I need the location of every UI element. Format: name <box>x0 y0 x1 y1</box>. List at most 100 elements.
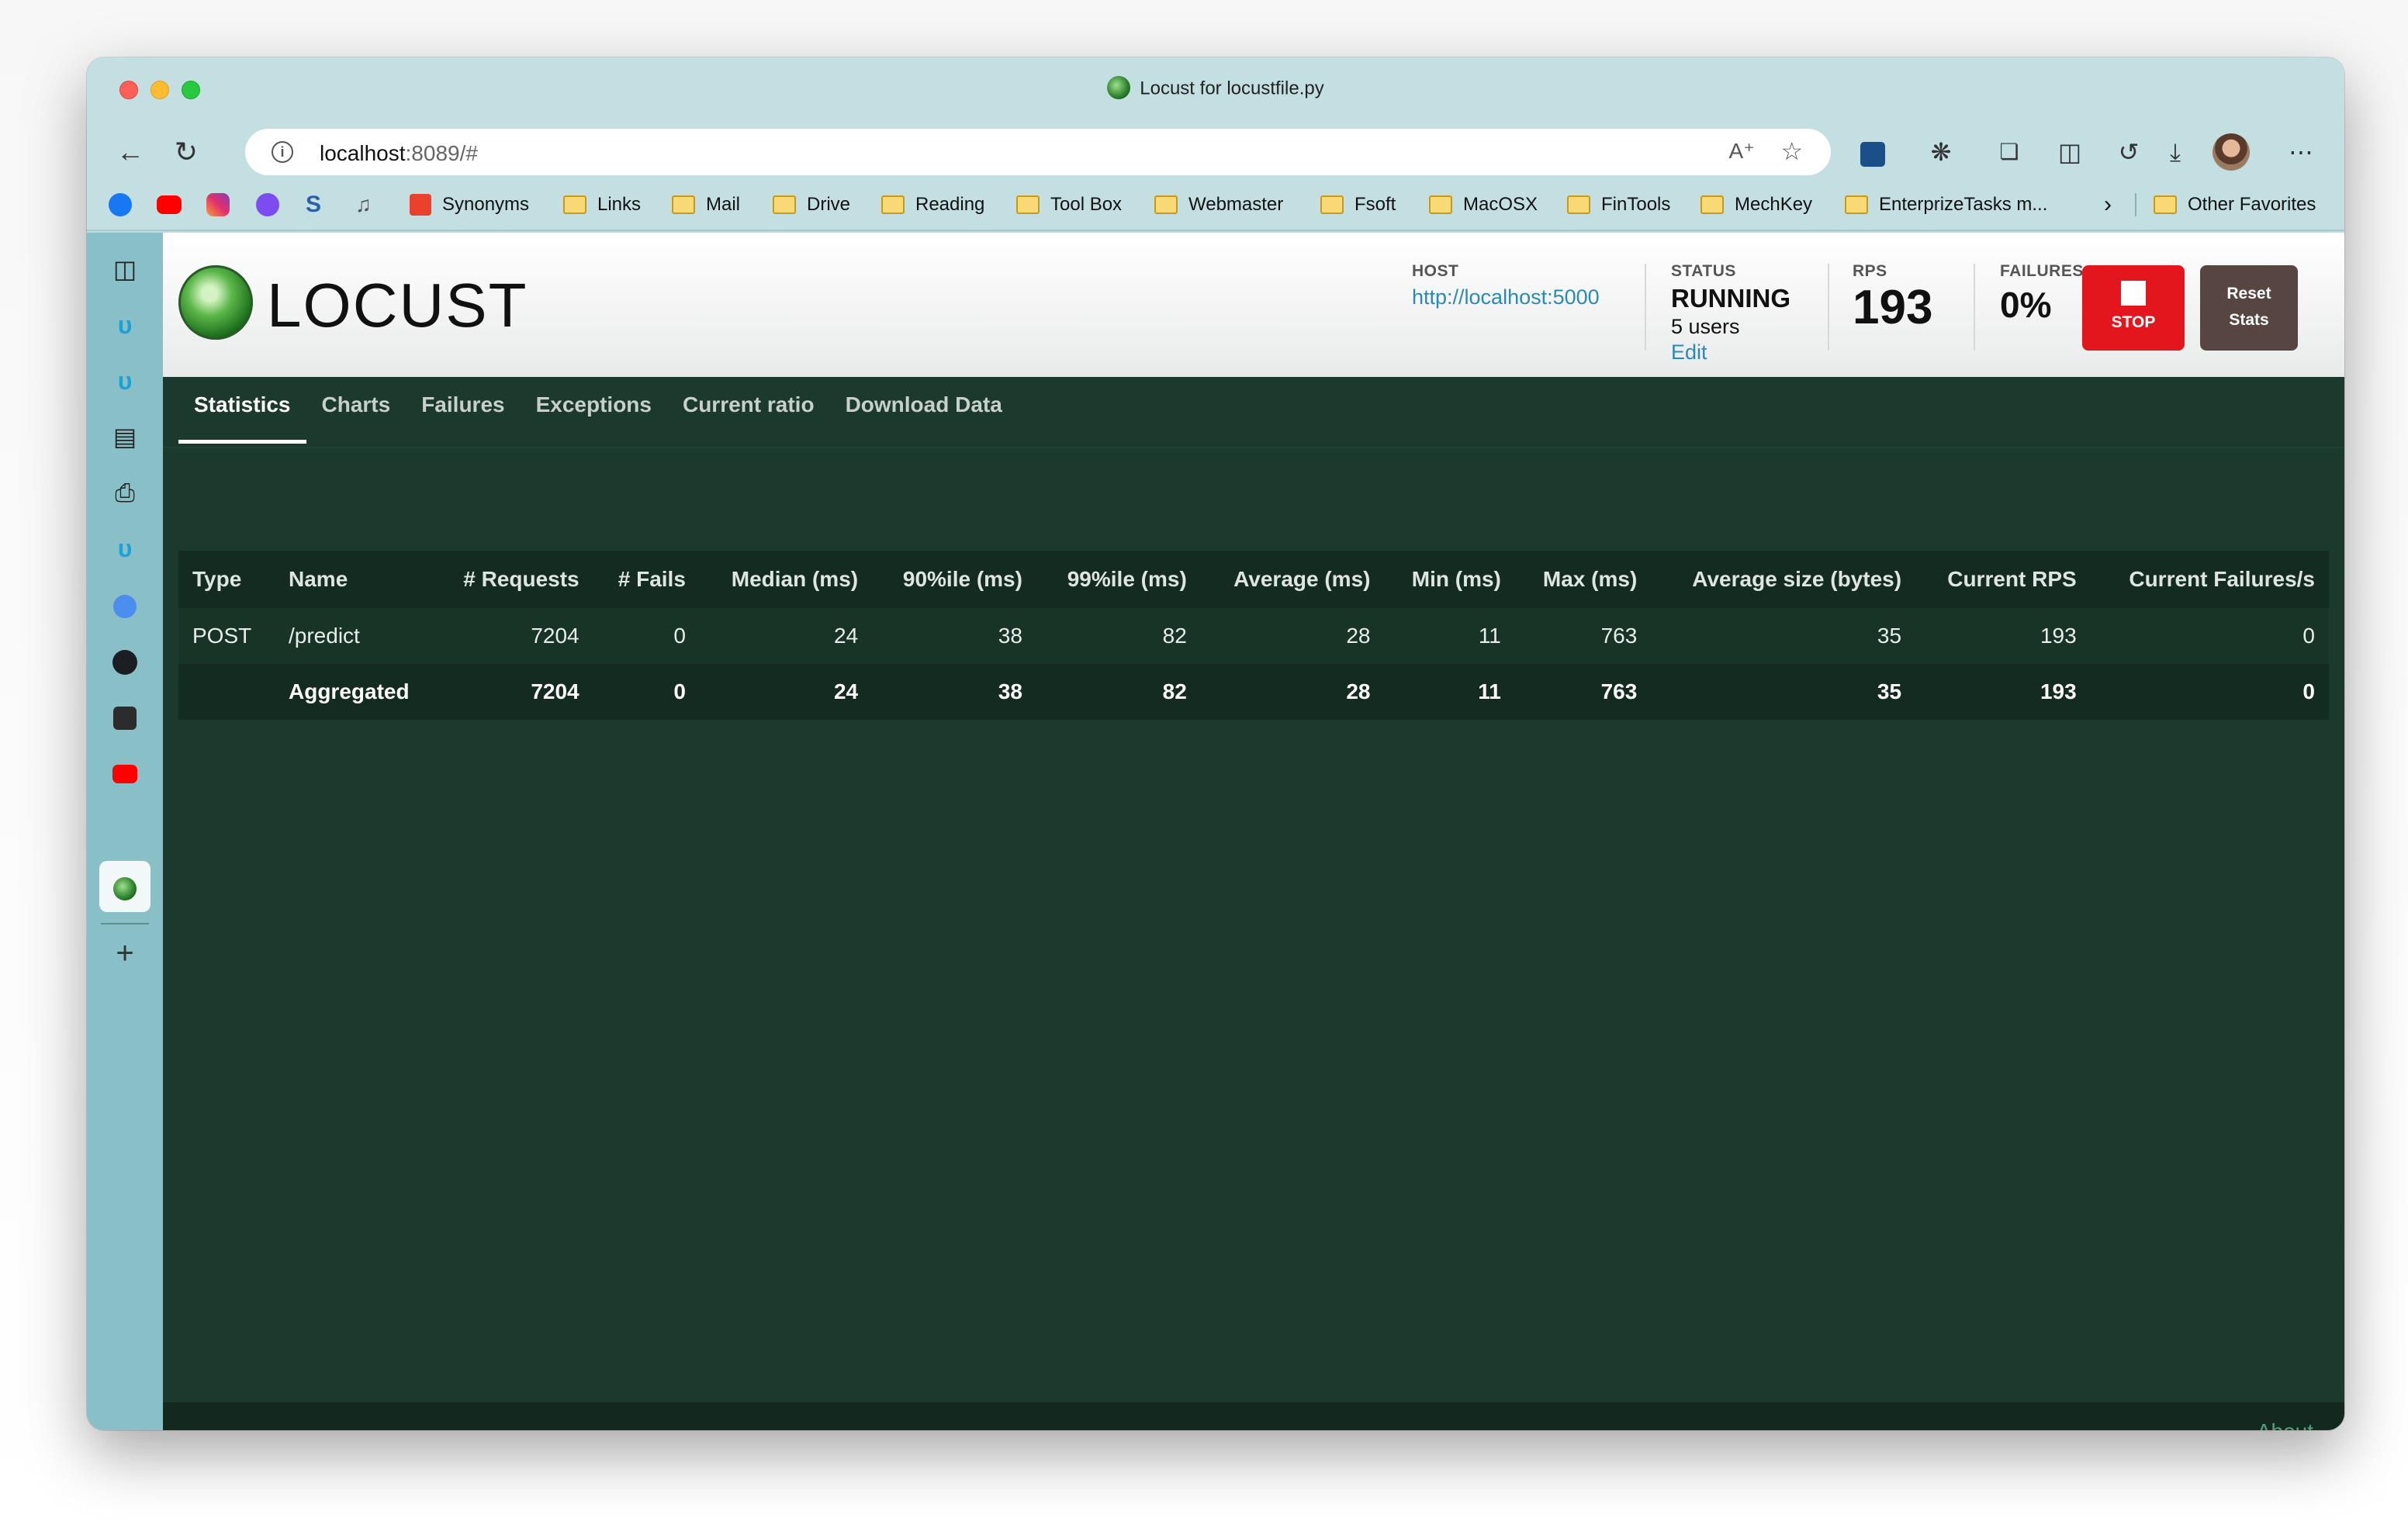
collections-icon[interactable]: ◫ <box>2051 133 2088 171</box>
folder-icon <box>1429 195 1452 214</box>
bookmark-label: EnterprizeTasks m... <box>1879 194 2048 215</box>
profile-avatar[interactable] <box>2213 133 2250 171</box>
history-icon[interactable]: ↺ <box>2110 133 2147 171</box>
bookmark-fintools[interactable]: FinTools <box>1567 189 1670 220</box>
add-sidebar-item-icon[interactable]: + <box>106 934 144 973</box>
back-arrow-icon[interactable]: ← <box>113 135 147 169</box>
read-aloud-icon[interactable]: A⁺ <box>1729 138 1755 164</box>
github-icon[interactable] <box>106 641 144 679</box>
split-screen-icon[interactable]: ❏ <box>1991 133 2028 171</box>
bookmark-label: Tool Box <box>1050 194 1123 215</box>
app-footer: About <box>163 1402 2344 1430</box>
column-header[interactable]: Name <box>275 551 433 608</box>
table-header-row: Type Name # Requests # Fails Median (ms)… <box>178 551 2329 608</box>
tab-download-data[interactable]: Download Data <box>830 377 1018 447</box>
folder-icon <box>1845 195 1868 214</box>
cell-requests: 7204 <box>531 624 580 648</box>
youtube-bookmark-icon[interactable] <box>157 189 182 220</box>
site-info-icon[interactable]: i <box>272 141 293 163</box>
instagram-bookmark-icon[interactable] <box>206 189 239 220</box>
facebook-icon[interactable] <box>106 585 144 624</box>
column-header[interactable]: # Fails <box>593 551 700 608</box>
browser-window: Locust for locustfile.py ← ↻ i localhost… <box>87 57 2344 1430</box>
column-header[interactable]: 99%ile (ms) <box>1036 551 1201 608</box>
cell-name: /predict <box>289 624 360 648</box>
tab-current-ratio[interactable]: Current ratio <box>667 377 830 447</box>
cell-average: 28 <box>1346 624 1371 648</box>
youtube-icon[interactable] <box>106 752 144 791</box>
bookmark-reading[interactable]: Reading <box>881 189 984 220</box>
downloads-icon[interactable]: ⤓ <box>2157 133 2194 171</box>
upwork-icon[interactable]: υ <box>106 529 144 568</box>
folder-icon <box>1154 195 1178 214</box>
column-header[interactable]: Current Failures/s <box>2091 551 2329 608</box>
reading-view-icon[interactable]: ▤ <box>106 417 144 456</box>
bookmark-macosx[interactable]: MacOSX <box>1429 189 1538 220</box>
column-header[interactable]: Max (ms) <box>1515 551 1651 608</box>
column-header[interactable]: # Requests <box>433 551 593 608</box>
column-header[interactable]: Average (ms) <box>1201 551 1385 608</box>
add-favorite-icon[interactable]: ☆ <box>1780 137 1803 166</box>
bookmark-synonyms[interactable]: Synonyms <box>410 189 529 220</box>
facebook-bookmark-icon[interactable] <box>109 189 141 220</box>
app-header: LOCUST HOST http://localhost:5000 STATUS… <box>163 233 2344 377</box>
window-title-text: Locust for locustfile.py <box>1140 78 1324 99</box>
tab-charts[interactable]: Charts <box>306 377 407 447</box>
cell-avg-size: 35 <box>1877 679 1902 703</box>
locust-logo-icon <box>178 265 253 340</box>
upwork-icon[interactable]: υ <box>106 361 144 400</box>
host-link[interactable]: http://localhost:5000 <box>1412 285 1600 309</box>
bookmark-webmaster[interactable]: Webmaster <box>1154 189 1283 220</box>
tab-statistics[interactable]: Statistics <box>178 377 306 447</box>
sidebar-divider <box>101 923 149 924</box>
locust-tab-icon[interactable] <box>106 867 144 906</box>
reset-label-line2: Stats <box>2229 311 2269 329</box>
tab-exceptions[interactable]: Exceptions <box>521 377 667 447</box>
edit-link[interactable]: Edit <box>1671 340 1790 365</box>
column-header[interactable]: Current RPS <box>1915 551 2091 608</box>
column-header[interactable]: Median (ms) <box>700 551 872 608</box>
bookmark-label: Fsoft <box>1354 194 1396 215</box>
tab-actions-icon[interactable]: ◫ <box>106 250 144 289</box>
column-header[interactable]: 90%ile (ms) <box>872 551 1036 608</box>
stop-label: STOP <box>2111 313 2156 331</box>
bookmark-other-favorites[interactable]: Other Favorites <box>2154 189 2316 220</box>
document-icon[interactable]: ⎙ <box>106 473 144 512</box>
bookmark-mechkey[interactable]: MechKey <box>1700 189 1812 220</box>
extensions-puzzle-icon[interactable]: ❋ <box>1922 133 1960 171</box>
cell-avg-size: 35 <box>1877 624 1902 648</box>
tab-failures[interactable]: Failures <box>406 377 520 447</box>
rps-value: 193 <box>1853 281 1933 334</box>
folder-icon <box>672 195 695 214</box>
failures-value: 0% <box>2000 285 2052 325</box>
window-title: Locust for locustfile.py <box>87 76 2344 101</box>
bookmark-links[interactable]: Links <box>563 189 641 220</box>
bookmark-tool-box[interactable]: Tool Box <box>1016 189 1122 220</box>
more-menu-icon[interactable]: ⋯ <box>2282 133 2320 171</box>
bookmark-drive[interactable]: Drive <box>773 189 850 220</box>
bookmark-label: Reading <box>915 194 985 215</box>
stop-button[interactable]: STOP <box>2082 265 2185 351</box>
purple-app-bookmark-icon[interactable] <box>256 189 289 220</box>
upwork-icon[interactable]: υ <box>106 306 144 344</box>
cell-name: Aggregated <box>289 679 410 703</box>
app-grid-icon[interactable] <box>106 696 144 735</box>
column-header[interactable]: Min (ms) <box>1384 551 1514 608</box>
more-bookmarks-chevron-icon[interactable]: › <box>2104 189 2112 220</box>
column-header[interactable]: Type <box>178 551 275 608</box>
bookmark-fsoft[interactable]: Fsoft <box>1320 189 1396 220</box>
reload-icon[interactable]: ↻ <box>169 135 203 169</box>
music-bookmark-icon[interactable]: ♫ <box>355 189 372 220</box>
bookmark-enterprizetasks[interactable]: EnterprizeTasks m... <box>1845 189 2047 220</box>
s-app-bookmark-icon[interactable]: S <box>306 189 321 220</box>
column-header[interactable]: Average size (bytes) <box>1651 551 1915 608</box>
address-bar[interactable]: i localhost:8089/# A⁺ ☆ <box>245 129 1831 175</box>
extension-bitwarden-icon[interactable] <box>1854 133 1891 171</box>
cell-current-failures: 0 <box>2302 624 2315 648</box>
reset-stats-button[interactable]: Reset Stats <box>2200 265 2298 351</box>
about-link[interactable]: About <box>2257 1419 2313 1430</box>
cell-min: 11 <box>1478 679 1501 703</box>
bookmark-label: FinTools <box>1601 194 1671 215</box>
cell-p99: 82 <box>1162 679 1187 703</box>
bookmark-mail[interactable]: Mail <box>672 189 740 220</box>
